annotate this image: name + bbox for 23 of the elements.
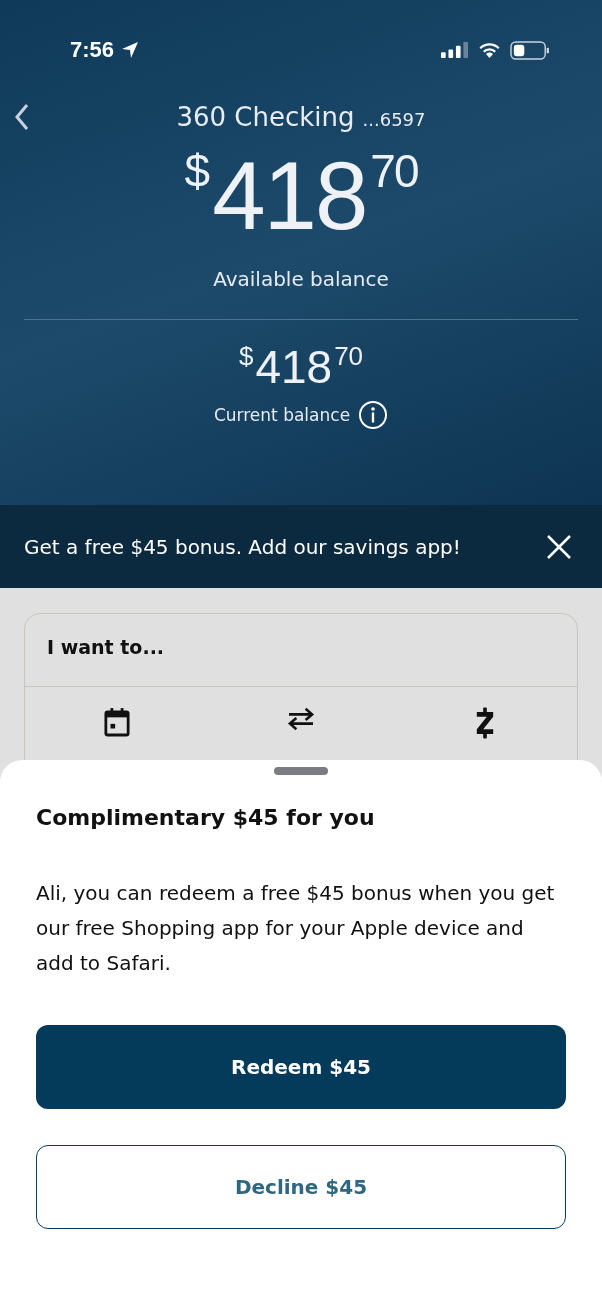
back-icon[interactable]	[14, 103, 30, 131]
drag-handle[interactable]	[274, 767, 328, 775]
battery-icon	[510, 40, 550, 60]
info-icon[interactable]	[358, 400, 389, 430]
wifi-icon	[477, 41, 502, 59]
signal-icon	[441, 41, 469, 59]
location-arrow-icon	[120, 40, 141, 60]
zelle-icon[interactable]	[475, 707, 495, 739]
promo-text: Get a free $45 bonus. Add our savings app!	[24, 534, 461, 559]
decline-button[interactable]: Decline $45	[36, 1145, 566, 1229]
promo-banner[interactable]: Get a free $45 bonus. Add our savings app!	[0, 505, 602, 588]
available-balance-label: Available balance	[213, 267, 389, 291]
close-icon[interactable]	[546, 533, 572, 560]
card-title: I want to...	[25, 614, 577, 687]
status-time: 7:56	[70, 37, 115, 63]
sheet-message: Ali, you can redeem a free $45 bonus when you get our free Shopping app for your Apple device and add to Safari.	[36, 880, 556, 977]
redeem-button[interactable]: Redeem $45	[36, 1025, 566, 1109]
calendar-icon[interactable]	[104, 707, 130, 737]
transfer-arrows-icon[interactable]	[287, 707, 315, 731]
current-balance-label: Current balance	[213, 405, 351, 425]
sheet-title: Complimentary $45 for you	[36, 805, 376, 830]
account-name: 360 Checking	[176, 102, 355, 132]
account-number: ...6597	[362, 109, 426, 130]
